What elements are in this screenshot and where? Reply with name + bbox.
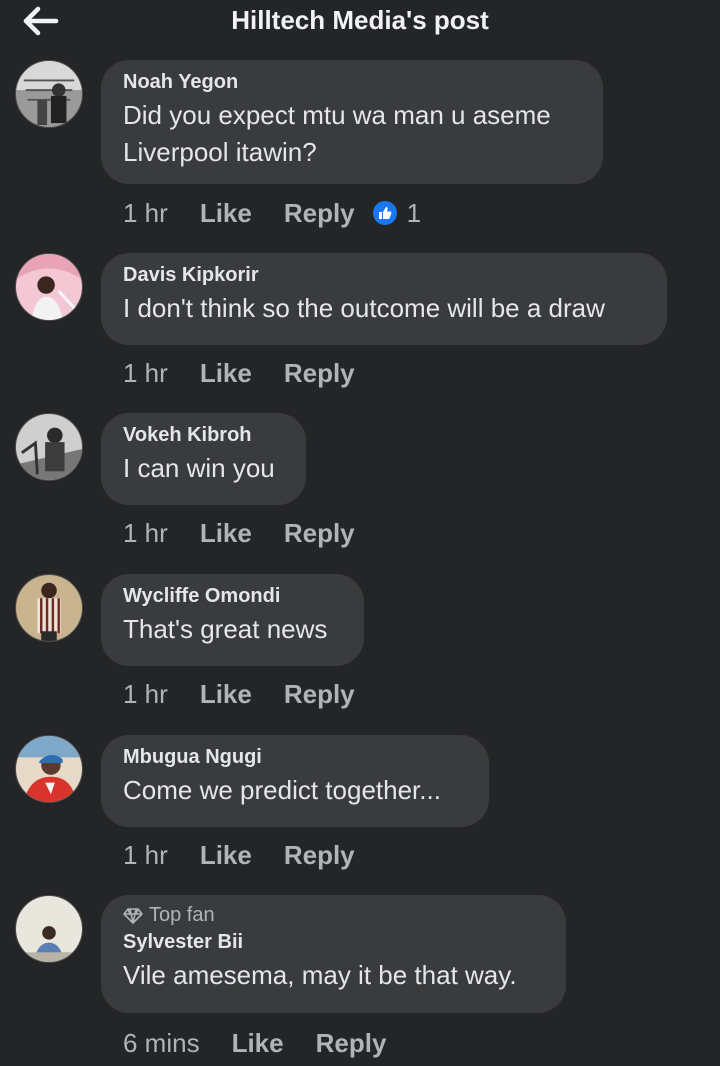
comment-bubble[interactable]: Vokeh Kibroh I can win you bbox=[101, 413, 306, 505]
comment-actions: 1 hr Like Reply bbox=[123, 355, 355, 391]
comment-actions: 1 hr Like Reply bbox=[123, 837, 355, 873]
comment-author[interactable]: Davis Kipkorir bbox=[123, 262, 645, 288]
comment-actions: 1 hr Like Reply bbox=[123, 676, 355, 712]
comment-author[interactable]: Vokeh Kibroh bbox=[123, 422, 284, 448]
comment-text: That's great news bbox=[123, 614, 328, 644]
reply-button[interactable]: Reply bbox=[284, 840, 355, 871]
top-fan-badge: Top fan bbox=[123, 904, 544, 927]
thumbs-up-icon bbox=[372, 201, 397, 225]
comment-author[interactable]: Wycliffe Omondi bbox=[123, 583, 342, 609]
like-button[interactable]: Like bbox=[200, 198, 252, 229]
comment-timestamp: 1 hr bbox=[123, 839, 168, 870]
reaction-summary[interactable]: 1 bbox=[372, 197, 422, 229]
comment-author[interactable]: Mbugua Ngugi bbox=[123, 744, 467, 770]
comment-bubble[interactable]: Davis Kipkorir I don't think so the outc… bbox=[101, 253, 667, 345]
comment-timestamp: 1 hr bbox=[123, 197, 168, 228]
avatar[interactable] bbox=[15, 60, 83, 128]
comment-timestamp: 1 hr bbox=[123, 357, 168, 388]
like-button[interactable]: Like bbox=[200, 518, 252, 549]
avatar[interactable] bbox=[15, 253, 83, 321]
page-title: Hilltech Media's post bbox=[231, 5, 489, 35]
comment-timestamp: 6 mins bbox=[123, 1027, 200, 1058]
comment-actions: 1 hr Like Reply 1 bbox=[123, 195, 421, 231]
like-button[interactable]: Like bbox=[232, 1028, 284, 1059]
avatar[interactable] bbox=[15, 574, 83, 642]
like-button[interactable]: Like bbox=[200, 840, 252, 871]
reply-button[interactable]: Reply bbox=[284, 679, 355, 710]
reaction-count: 1 bbox=[406, 197, 422, 228]
comment-bubble[interactable]: Noah Yegon Did you expect mtu wa man u a… bbox=[101, 60, 603, 184]
comment-actions: 1 hr Like Reply bbox=[123, 515, 355, 551]
comment-text: Vile amesema, may it be that way. bbox=[123, 960, 517, 990]
comment-actions: 6 mins Like Reply bbox=[123, 1025, 386, 1061]
reply-button[interactable]: Reply bbox=[284, 358, 355, 389]
diamond-icon bbox=[123, 907, 143, 924]
comment-bubble[interactable]: Mbugua Ngugi Come we predict together... bbox=[101, 735, 489, 827]
reply-button[interactable]: Reply bbox=[284, 198, 355, 229]
comment-text: Come we predict together... bbox=[123, 775, 441, 805]
reply-button[interactable]: Reply bbox=[316, 1028, 387, 1059]
avatar[interactable] bbox=[15, 735, 83, 803]
top-fan-label: Top fan bbox=[149, 904, 215, 926]
comment-text: I don't think so the outcome will be a d… bbox=[123, 293, 605, 323]
comment-bubble[interactable]: Top fan Sylvester Bii Vile amesema, may … bbox=[101, 895, 566, 1013]
comment-text: Did you expect mtu wa man u aseme bbox=[123, 100, 551, 130]
comment-timestamp: 1 hr bbox=[123, 517, 168, 548]
like-button[interactable]: Like bbox=[200, 679, 252, 710]
comment-author[interactable]: Noah Yegon bbox=[123, 69, 581, 95]
comment-text: Liverpool itawin? bbox=[123, 137, 317, 167]
avatar[interactable] bbox=[15, 413, 83, 481]
comment-bubble[interactable]: Wycliffe Omondi That's great news bbox=[101, 574, 364, 666]
comment-timestamp: 1 hr bbox=[123, 678, 168, 709]
comment-author[interactable]: Sylvester Bii bbox=[123, 929, 544, 955]
comment-text: I can win you bbox=[123, 453, 275, 483]
avatar[interactable] bbox=[15, 895, 83, 963]
like-button[interactable]: Like bbox=[200, 358, 252, 389]
top-bar: Hilltech Media's post bbox=[0, 0, 720, 44]
reply-button[interactable]: Reply bbox=[284, 518, 355, 549]
